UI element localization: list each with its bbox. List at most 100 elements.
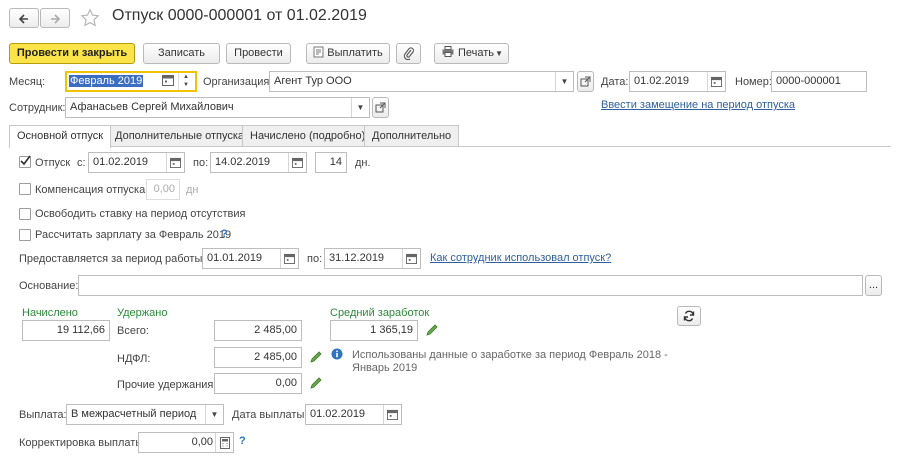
number-label: Номер:: [735, 76, 772, 88]
print-button[interactable]: Печать ▼: [434, 43, 509, 64]
star-icon[interactable]: [80, 8, 100, 28]
compensation-label: Компенсация отпуска: [35, 184, 146, 196]
days-unit: дн.: [355, 157, 371, 169]
pay-date-field[interactable]: 01.02.2019: [305, 404, 402, 425]
to-date-field[interactable]: 14.02.2019: [210, 152, 307, 173]
tab-accrued-detailed[interactable]: Начислено (подробно): [242, 125, 374, 147]
tab-additional-vacations[interactable]: Дополнительные отпуска: [107, 125, 253, 147]
vacation-label: Отпуск: [35, 157, 71, 169]
save-button[interactable]: Записать: [143, 43, 220, 64]
employee-field[interactable]: Афанасьев Сергей Михайлович ▼: [65, 97, 370, 118]
release-rate-checkbox[interactable]: [19, 208, 31, 220]
organization-label: Организация:: [203, 76, 273, 88]
dropdown-icon[interactable]: ▼: [555, 72, 573, 91]
how-used-link[interactable]: Как сотрудник использовал отпуск?: [430, 252, 611, 264]
correction-value: 0,00: [191, 436, 213, 448]
tab-main-vacation[interactable]: Основной отпуск: [9, 125, 112, 148]
period-from-value: 01.01.2019: [207, 252, 263, 264]
from-label: с:: [77, 157, 86, 169]
pencil-icon[interactable]: [309, 376, 323, 390]
post-button[interactable]: Провести: [226, 43, 291, 64]
payment-select[interactable]: В межрасчетный период ▼: [66, 404, 224, 425]
calendar-icon[interactable]: [166, 153, 184, 172]
payment-label: Выплата:: [19, 409, 67, 421]
to-date-value: 14.02.2019: [215, 156, 271, 168]
compensation-days-field[interactable]: 0,00: [146, 179, 180, 200]
calendar-icon[interactable]: [402, 249, 420, 268]
period-from-field[interactable]: 01.01.2019: [202, 248, 299, 269]
arrow-right-icon: [51, 14, 61, 24]
average-earnings-label: Средний заработок: [330, 307, 430, 319]
basis-field[interactable]: [78, 275, 863, 296]
total-value: 2 485,00: [214, 320, 302, 341]
accrued-value: 19 112,66: [22, 320, 110, 341]
month-label: Месяц:: [9, 76, 46, 88]
tab-additional[interactable]: Дополнительно: [364, 125, 460, 147]
open-link-icon: [580, 76, 591, 87]
pay-button[interactable]: Выплатить: [306, 43, 390, 64]
stepper-down-icon[interactable]: ▼: [179, 81, 193, 89]
other-withholdings-label: Прочие удержания:: [117, 379, 217, 391]
info-icon: [331, 348, 343, 360]
employee-label: Сотрудник:: [9, 102, 66, 114]
correction-field[interactable]: 0,00: [138, 432, 234, 453]
help-question-icon[interactable]: ?: [239, 435, 246, 447]
dropdown-icon[interactable]: ▼: [351, 98, 369, 117]
basis-label: Основание:: [19, 280, 79, 292]
employee-value: Афанасьев Сергей Михайлович: [70, 101, 234, 113]
compensation-unit: дн: [186, 184, 199, 196]
page-title: Отпуск 0000-000001 от 01.02.2019: [112, 7, 367, 24]
period-to-field[interactable]: 31.12.2019: [324, 248, 421, 269]
other-withholdings-field[interactable]: 0,00: [214, 373, 302, 394]
month-value: Февраль 2019: [69, 75, 144, 87]
refresh-icon: [683, 310, 695, 322]
basis-select-button[interactable]: ...: [865, 275, 882, 296]
organization-field[interactable]: Агент Тур ООО ▼: [269, 71, 574, 92]
paperclip-icon: [403, 47, 414, 61]
date-field[interactable]: 01.02.2019: [629, 71, 726, 92]
checkmark-icon: [20, 155, 31, 166]
dropdown-icon[interactable]: ▼: [205, 405, 223, 424]
month-stepper[interactable]: ▲ ▼: [178, 73, 193, 90]
printer-icon: [442, 46, 454, 57]
calendar-icon[interactable]: [162, 74, 176, 88]
stepper-up-icon[interactable]: ▲: [179, 73, 193, 81]
calendar-icon[interactable]: [707, 72, 725, 91]
chevron-down-icon: ▼: [495, 49, 503, 58]
back-button[interactable]: [9, 8, 39, 28]
document-icon: [313, 46, 324, 58]
date-value: 01.02.2019: [634, 75, 690, 87]
forward-button[interactable]: [40, 8, 70, 28]
help-question-icon[interactable]: ?: [221, 228, 228, 240]
period-label: Предоставляется за период работы с:: [19, 253, 214, 265]
withheld-label: Удержано: [117, 307, 168, 319]
pencil-icon[interactable]: [309, 350, 323, 364]
date-label: Дата:: [601, 76, 629, 88]
refresh-button[interactable]: [677, 306, 701, 326]
substitution-link[interactable]: Ввести замещение на период отпуска: [601, 99, 795, 111]
calendar-icon[interactable]: [288, 153, 306, 172]
days-field[interactable]: 14: [315, 152, 347, 173]
vacation-checkbox[interactable]: [19, 155, 31, 168]
pay-date-label: Дата выплаты:: [232, 409, 308, 421]
average-earnings-value: 1 365,19: [330, 320, 418, 341]
calculator-icon[interactable]: [215, 433, 233, 452]
post-and-close-button[interactable]: Провести и закрыть: [9, 43, 135, 64]
tab-divider: [9, 146, 891, 147]
attach-button[interactable]: [396, 43, 421, 64]
pay-button-label: Выплатить: [327, 47, 383, 59]
pencil-icon[interactable]: [425, 323, 439, 337]
open-organization-button[interactable]: [577, 71, 594, 92]
pay-date-value: 01.02.2019: [310, 408, 366, 420]
compensation-checkbox[interactable]: [19, 183, 31, 195]
period-to-value: 31.12.2019: [329, 252, 385, 264]
calendar-icon[interactable]: [383, 405, 401, 424]
from-date-field[interactable]: 01.02.2019: [88, 152, 185, 173]
ndfl-field[interactable]: 2 485,00: [214, 347, 302, 368]
number-field[interactable]: 0000-000001: [771, 71, 867, 92]
open-employee-button[interactable]: [372, 97, 389, 118]
total-label: Всего:: [117, 325, 149, 337]
calendar-icon[interactable]: [280, 249, 298, 268]
calc-salary-label: Рассчитать зарплату за Февраль 2019: [35, 229, 232, 241]
calc-salary-checkbox[interactable]: [19, 229, 31, 241]
